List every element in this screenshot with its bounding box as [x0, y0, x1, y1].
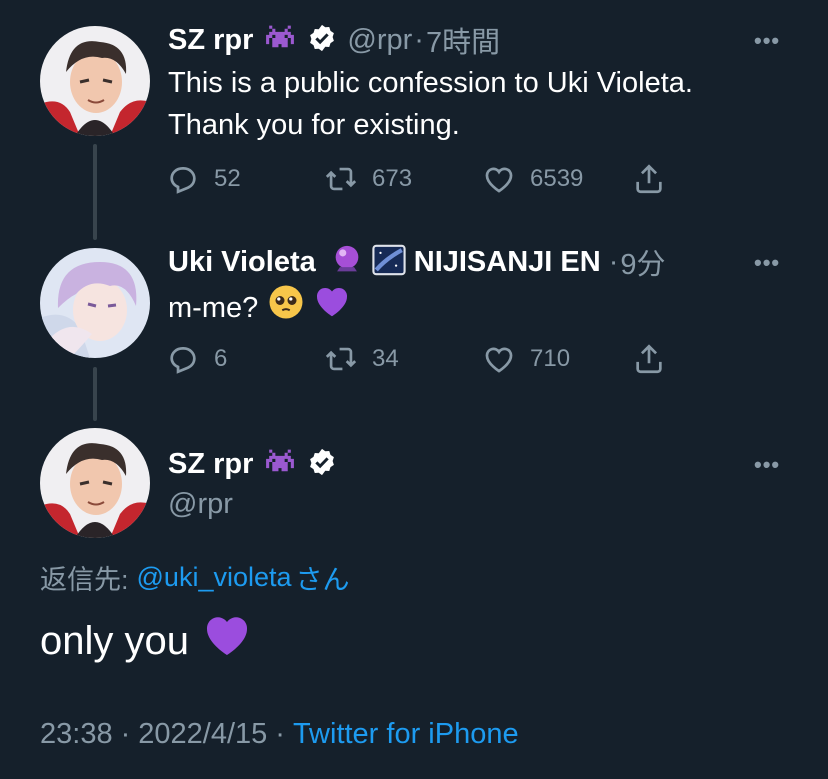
tweet-text-line: Thank you for existing.	[168, 109, 460, 141]
avatar-image	[40, 26, 150, 136]
tweet2-actions: 6 34 710	[166, 342, 666, 376]
avatar-image	[40, 248, 150, 358]
retweet-button[interactable]: 34	[324, 342, 482, 376]
tweet1-header: SZ rpr @rpr · 7時間	[168, 20, 500, 60]
share-icon	[636, 344, 662, 374]
handle[interactable]: @rpr	[347, 24, 412, 57]
space-invader-icon	[263, 448, 297, 481]
retweet-icon	[325, 167, 357, 191]
avatar-sz-rpr[interactable]	[40, 428, 150, 538]
reply-icon	[170, 347, 196, 374]
milky-way-icon	[372, 244, 406, 281]
timestamp[interactable]: 9分	[620, 241, 665, 283]
tweet-text: only you	[40, 618, 189, 663]
tweet3-header: SZ rpr	[168, 444, 337, 484]
more-icon[interactable]: •••	[754, 28, 780, 54]
separator: ·	[414, 23, 424, 56]
reply-button[interactable]: 6	[166, 342, 324, 376]
pleading-face-icon	[268, 284, 304, 332]
reply-button[interactable]: 52	[166, 162, 324, 196]
handle[interactable]: @rpr	[168, 488, 233, 521]
like-count: 710	[530, 345, 571, 372]
heart-icon	[485, 167, 513, 193]
share-icon	[636, 164, 662, 194]
tweet-source[interactable]: Twitter for iPhone	[293, 718, 519, 751]
retweet-count: 34	[372, 345, 399, 372]
display-name[interactable]: Uki Violeta	[168, 246, 316, 279]
like-button[interactable]: 6539	[482, 162, 632, 196]
retweet-icon	[325, 347, 357, 371]
tweet-text: m-me?	[168, 292, 259, 324]
verified-icon	[307, 447, 337, 482]
reply-count: 6	[214, 345, 228, 372]
avatar-sz-rpr[interactable]	[40, 26, 150, 136]
reply-count: 52	[214, 165, 241, 192]
tweet-date[interactable]: 2022/4/15	[138, 718, 267, 751]
more-icon[interactable]: •••	[754, 452, 780, 478]
purple-heart-icon	[314, 284, 350, 332]
meta-dot: ·	[120, 718, 131, 750]
meta-dot: ·	[275, 718, 285, 750]
reply-to-label: 返信先:	[40, 565, 129, 595]
retweet-count: 673	[372, 165, 413, 192]
thread-line-1	[93, 144, 97, 240]
display-name[interactable]: SZ rpr	[168, 24, 253, 57]
separator: ·	[608, 245, 619, 278]
tweet2-text: m-me?	[168, 284, 350, 332]
share-button[interactable]	[632, 162, 666, 196]
reply-to-suffix[interactable]: さん	[296, 558, 350, 597]
reply-to-line: 返信先: @uki_violeta さん	[40, 558, 350, 597]
avatar-image	[40, 428, 150, 538]
more-icon[interactable]: •••	[754, 250, 780, 276]
tweet3-text: only you	[40, 612, 251, 670]
verified-icon	[307, 23, 337, 58]
tweet1-actions: 52 673 6539	[166, 162, 666, 196]
tweet3-meta: 23:38 · 2022/4/15 · Twitter for iPhone	[40, 718, 519, 751]
reply-to-handle[interactable]: @uki_violeta	[137, 562, 292, 593]
timestamp[interactable]: 7時間	[426, 19, 500, 61]
share-button[interactable]	[632, 342, 666, 376]
tweet1-text: This is a public confession to Uki Viole…	[168, 62, 693, 146]
purple-heart-icon	[203, 612, 251, 670]
tweet-time[interactable]: 23:38	[40, 718, 113, 751]
org-name: NIJISANJI EN	[413, 245, 601, 278]
reply-icon	[170, 167, 196, 194]
retweet-button[interactable]: 673	[324, 162, 482, 196]
crystal-ball-icon	[330, 243, 364, 282]
like-button[interactable]: 710	[482, 342, 632, 376]
tweet-text-line: This is a public confession to Uki Viole…	[168, 67, 693, 99]
display-name[interactable]: SZ rpr	[168, 448, 253, 481]
tweet2-header: Uki Violeta NIJISANJI EN · 9分	[168, 242, 666, 282]
avatar-uki-violeta[interactable]	[40, 248, 150, 358]
space-invader-icon	[263, 24, 297, 57]
like-count: 6539	[530, 165, 584, 192]
thread-line-2	[93, 367, 97, 421]
heart-icon	[485, 347, 513, 373]
